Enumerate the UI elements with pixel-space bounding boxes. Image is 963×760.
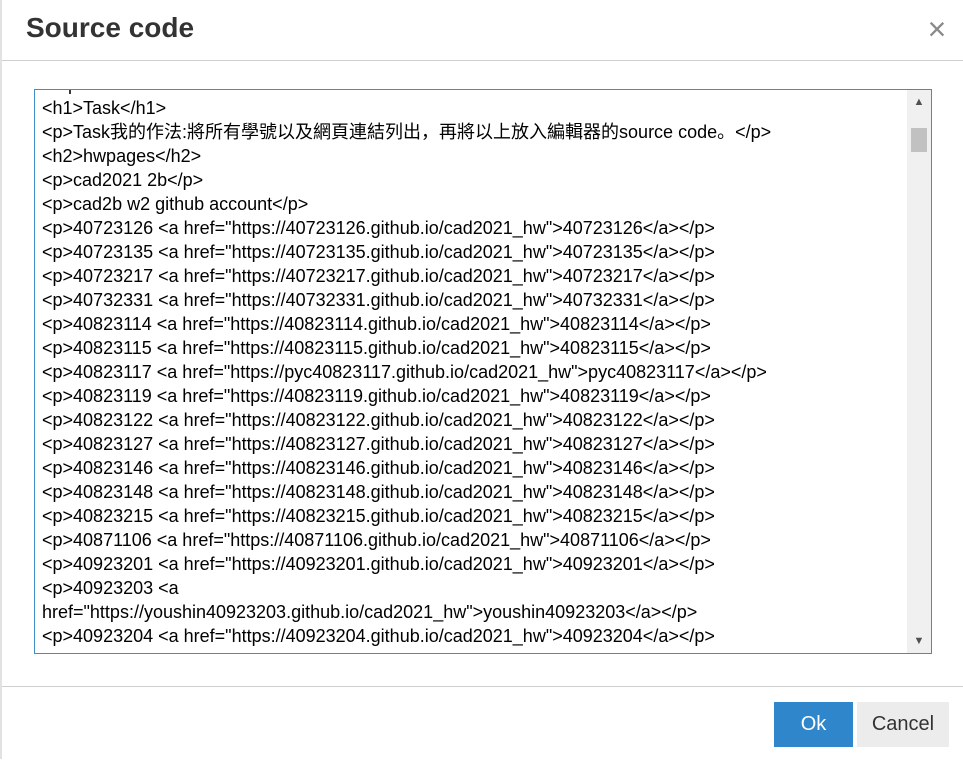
- source-code-textarea[interactable]: ></p> <h1>Task</h1> <p>Task我的作法:將所有學號以及網頁連…: [34, 89, 932, 654]
- code-line: <p>40923204 <a href="https://40923204.gi…: [42, 626, 715, 646]
- source-code-dialog: Source code × ></p> <h1>Task</h1> <p>Task我…: [0, 0, 963, 759]
- scrollbar-thumb[interactable]: [911, 128, 927, 152]
- code-line: <h1>Task</h1>: [42, 98, 167, 118]
- code-line: <p>40823122 <a href="https://40823122.gi…: [42, 410, 715, 430]
- code-line: <p>40823117 <a href="https://pyc40823117…: [42, 362, 767, 382]
- scroll-up-arrow-icon[interactable]: ▲: [907, 92, 931, 112]
- code-line: <p>cad2021 2b</p>: [42, 170, 204, 190]
- code-line: <p>40823215 <a href="https://40823215.gi…: [42, 506, 715, 526]
- code-line: <p>40723126 <a href="https://40723126.gi…: [42, 218, 715, 238]
- code-line: <p>40723135 <a href="https://40723135.gi…: [42, 242, 715, 262]
- code-line: <p>40823119 <a href="https://40823119.gi…: [42, 386, 711, 406]
- code-line: <p>40871106 <a href="https://40871106.gi…: [42, 530, 711, 550]
- code-line: <p>40823115 <a href="https://40823115.gi…: [42, 338, 711, 358]
- code-line: ></p>: [42, 90, 902, 96]
- cancel-button[interactable]: Cancel: [857, 702, 949, 747]
- code-content[interactable]: ></p> <h1>Task</h1> <p>Task我的作法:將所有學號以及網頁連…: [42, 90, 902, 648]
- dialog-title: Source code: [26, 12, 195, 43]
- vertical-scrollbar[interactable]: ▲ ▼: [907, 90, 931, 653]
- code-line: <p>40923203 <a: [42, 578, 179, 598]
- code-line: <p>40732331 <a href="https://40732331.gi…: [42, 290, 715, 310]
- code-line: <p>40923201 <a href="https://40923201.gi…: [42, 554, 715, 574]
- code-line: href="https://youshin40923203.github.io/…: [42, 602, 698, 622]
- code-line: <p>40823127 <a href="https://40823127.gi…: [42, 434, 715, 454]
- code-line: <p>40823148 <a href="https://40823148.gi…: [42, 482, 715, 502]
- code-line: <p>40723217 <a href="https://40723217.gi…: [42, 266, 715, 286]
- code-line: <p>cad2b w2 github account</p>: [42, 194, 309, 214]
- code-line: <p>40823146 <a href="https://40823146.gi…: [42, 458, 715, 478]
- code-line: <h2>hwpages</h2>: [42, 146, 202, 166]
- close-icon[interactable]: ×: [922, 12, 952, 46]
- code-line: <p>Task我的作法:將所有學號以及網頁連結列出，再將以上放入編輯器的sour…: [42, 122, 772, 142]
- dialog-footer: Ok Cancel: [2, 686, 963, 760]
- scroll-down-arrow-icon[interactable]: ▼: [907, 631, 931, 651]
- ok-button[interactable]: Ok: [774, 702, 853, 747]
- dialog-header: Source code ×: [2, 0, 963, 61]
- code-line: <p>40823114 <a href="https://40823114.gi…: [42, 314, 711, 334]
